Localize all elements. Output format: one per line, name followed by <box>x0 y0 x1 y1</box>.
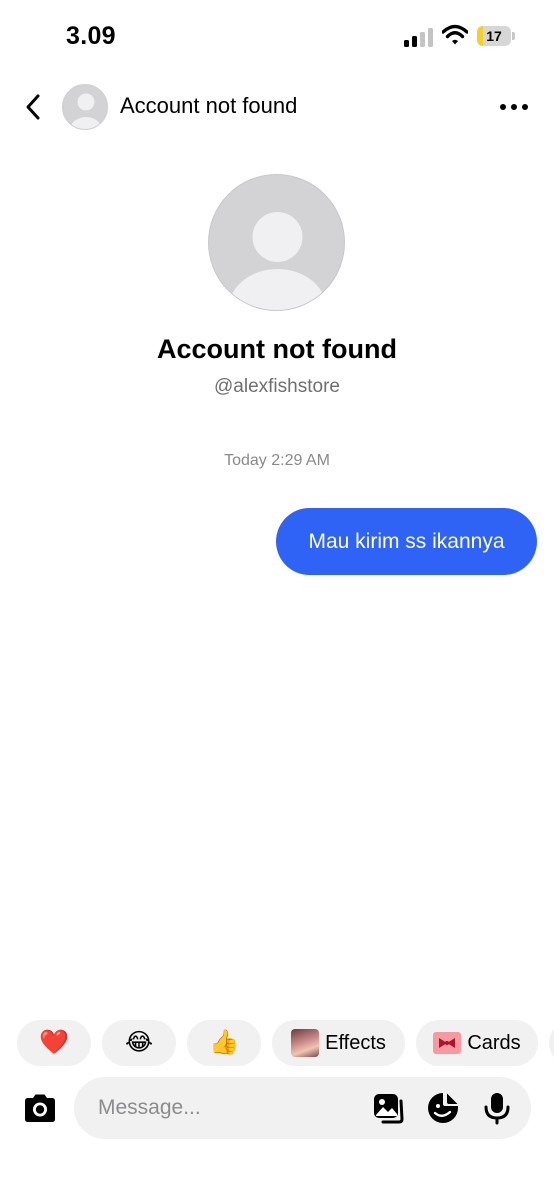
profile-name: Account not found <box>157 334 397 364</box>
camera-button[interactable] <box>22 1091 58 1125</box>
image-icon <box>374 1094 404 1124</box>
camera-icon <box>25 1094 55 1122</box>
effects-thumbnail <box>291 1029 320 1057</box>
status-bar: 3.09 17 <box>0 0 554 70</box>
effects-label: Effects <box>325 1031 386 1054</box>
message-timestamp: Today 2:29 AM <box>224 452 330 469</box>
sticker-button[interactable] <box>426 1091 460 1125</box>
battery-cap <box>512 32 515 40</box>
default-avatar-icon <box>70 93 102 129</box>
cards-thumbnail <box>433 1032 462 1054</box>
message-input-container <box>74 1077 531 1139</box>
microphone-button[interactable] <box>480 1091 514 1125</box>
header-avatar[interactable] <box>62 84 108 130</box>
chevron-left-icon <box>26 94 40 120</box>
chat-header: Account not found <box>0 78 554 136</box>
default-avatar-icon <box>228 212 327 310</box>
header-title[interactable]: Account not found <box>120 93 297 119</box>
laughing-emoji: 😂 <box>124 1029 154 1056</box>
more-horizontal-icon <box>500 104 528 110</box>
message-input[interactable] <box>98 1077 358 1139</box>
battery-level: 17 <box>486 28 502 44</box>
profile-handle: @alexfishstore <box>214 376 340 397</box>
laughing-reaction-chip[interactable]: 😂 <box>102 1020 176 1066</box>
wifi-icon <box>442 24 468 45</box>
quick-reaction-bar: ❤️ 😂 👍 Effects Cards <box>0 1020 554 1066</box>
thumbs-up-emoji: 👍 <box>209 1029 239 1056</box>
profile-avatar[interactable] <box>208 174 345 311</box>
image-button[interactable] <box>371 1091 405 1125</box>
more-chip[interactable] <box>549 1020 554 1066</box>
cards-chip[interactable]: Cards <box>416 1020 538 1066</box>
heart-emoji: ❤️ <box>39 1029 69 1056</box>
battery-body: 17 <box>477 26 511 46</box>
sticker-icon <box>428 1093 458 1123</box>
heart-reaction-chip[interactable]: ❤️ <box>17 1020 91 1066</box>
battery-icon: 17 <box>477 26 515 46</box>
thumbs-up-reaction-chip[interactable]: 👍 <box>187 1020 261 1066</box>
back-button[interactable] <box>14 88 52 126</box>
more-options-button[interactable] <box>494 90 534 124</box>
signal-icon <box>404 28 433 47</box>
bow-icon <box>439 1038 456 1048</box>
effects-chip[interactable]: Effects <box>272 1020 405 1066</box>
sent-message-bubble[interactable]: Mau kirim ss ikannya <box>276 508 537 575</box>
microphone-icon <box>484 1093 510 1125</box>
status-time: 3.09 <box>66 22 116 50</box>
message-composer <box>0 1077 554 1139</box>
cards-label: Cards <box>467 1031 521 1054</box>
